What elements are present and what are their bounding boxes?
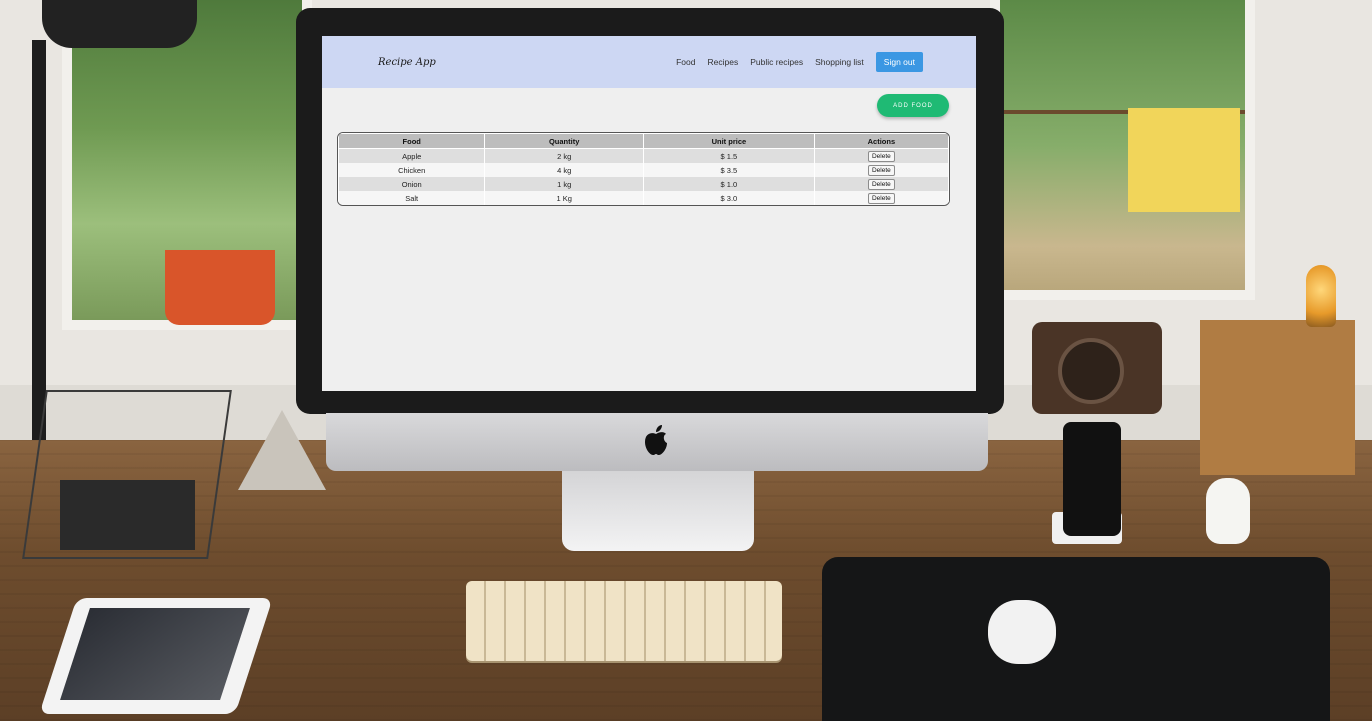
nav-link-shopping-list[interactable]: Shopping list	[815, 57, 864, 67]
cell-quantity: 2 kg	[484, 148, 644, 163]
desk-lamp-arm	[32, 40, 46, 440]
mouse	[988, 600, 1056, 664]
navbar: Recipe App Food Recipes Public recipes S…	[322, 36, 976, 88]
food-table-container: Food Quantity Unit price Actions Apple 2…	[337, 132, 950, 206]
cell-actions: Delete	[813, 148, 949, 163]
nav-links: Food Recipes Public recipes Shopping lis…	[676, 52, 923, 72]
add-food-button[interactable]: ADD FOOD	[877, 94, 949, 117]
table-row: Salt 1 Kg $ 3.0 Delete	[338, 191, 949, 205]
apple-logo-icon	[643, 424, 669, 456]
glass-terrarium	[22, 390, 232, 559]
cell-actions: Delete	[813, 163, 949, 177]
sign-out-button[interactable]: Sign out	[875, 52, 923, 72]
delete-button[interactable]: Delete	[867, 164, 895, 176]
brand-logo[interactable]: Recipe App	[378, 57, 436, 68]
column-header-quantity: Quantity	[484, 133, 644, 149]
nav-link-food[interactable]: Food	[676, 57, 695, 67]
cell-food: Salt	[338, 191, 486, 205]
cell-food: Chicken	[338, 163, 486, 177]
cell-food: Apple	[338, 148, 486, 163]
cell-unit-price: $ 1.5	[642, 148, 815, 163]
cell-quantity: 1 Kg	[484, 191, 644, 205]
column-header-unit-price: Unit price	[642, 133, 815, 149]
cell-unit-price: $ 3.5	[642, 163, 815, 177]
imac-stand	[562, 471, 754, 551]
desk-lamp-head	[42, 0, 197, 48]
nav-link-public-recipes[interactable]: Public recipes	[750, 57, 803, 67]
tablet-screen	[60, 608, 250, 700]
light-bulb	[1306, 265, 1336, 327]
column-header-actions: Actions	[813, 133, 949, 149]
cell-actions: Delete	[813, 191, 949, 205]
keyboard	[466, 581, 782, 661]
cell-unit-price: $ 1.0	[642, 177, 815, 191]
smartphone	[1063, 422, 1121, 536]
food-table: Food Quantity Unit price Actions Apple 2…	[338, 133, 949, 205]
table-header-row: Food Quantity Unit price Actions	[338, 133, 949, 149]
yellow-towel	[1128, 108, 1240, 212]
wood-lamp-base	[1200, 320, 1355, 475]
cell-quantity: 1 kg	[484, 177, 644, 191]
table-row: Onion 1 kg $ 1.0 Delete	[338, 177, 949, 191]
polar-bear-figurine	[1206, 478, 1250, 544]
app-screen: Recipe App Food Recipes Public recipes S…	[322, 36, 976, 391]
cell-actions: Delete	[813, 177, 949, 191]
delete-button[interactable]: Delete	[867, 192, 895, 204]
camera-lens	[1058, 338, 1124, 404]
delete-button[interactable]: Delete	[867, 150, 895, 162]
column-header-food: Food	[338, 133, 486, 149]
decorative-rock	[238, 410, 326, 490]
table-row: Chicken 4 kg $ 3.5 Delete	[338, 163, 949, 177]
nav-link-recipes[interactable]: Recipes	[707, 57, 738, 67]
mouse-pad	[822, 557, 1330, 721]
cell-unit-price: $ 3.0	[642, 191, 815, 205]
cell-food: Onion	[338, 177, 486, 191]
cell-quantity: 4 kg	[484, 163, 644, 177]
table-row: Apple 2 kg $ 1.5 Delete	[338, 148, 949, 163]
flower-pot	[165, 250, 275, 325]
delete-button[interactable]: Delete	[867, 178, 895, 190]
